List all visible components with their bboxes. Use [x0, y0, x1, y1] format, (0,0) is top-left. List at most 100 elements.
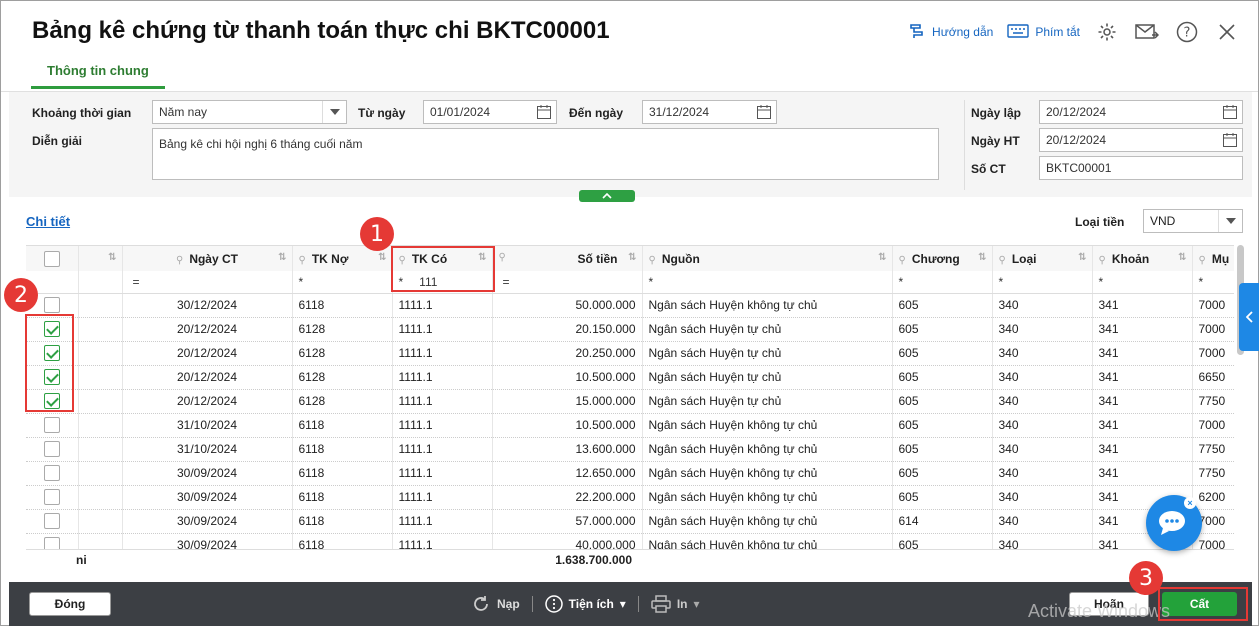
sort-icon[interactable]: ⇅	[628, 252, 636, 263]
description-input[interactable]: Bảng kê chi hội nghị 6 tháng cuối năm	[152, 128, 939, 180]
shortcuts-link[interactable]: Phím tắt	[1007, 23, 1080, 41]
filter-date[interactable]: =	[122, 271, 293, 294]
sort-icon[interactable]: ⇅	[978, 252, 986, 263]
sort-icon[interactable]: ⇅	[278, 252, 286, 263]
calendar-icon[interactable]	[1222, 132, 1238, 148]
header-sub[interactable]: ⚲ Mụ	[1192, 246, 1234, 271]
calendar-icon[interactable]	[536, 104, 552, 120]
filter-op[interactable]: *	[899, 275, 904, 289]
table-row[interactable]: 31/10/2024 6118 1111.1 10.500.000 Ngân sách …	[26, 413, 1234, 438]
pin-icon[interactable]: ⚲	[176, 255, 183, 266]
sort-icon[interactable]: ⇅	[1178, 252, 1186, 263]
gear-icon[interactable]	[1094, 19, 1120, 45]
filter-chapter[interactable]: *	[892, 271, 993, 294]
row-checkbox[interactable]	[43, 297, 60, 313]
sort-icon[interactable]: ⇅	[378, 252, 386, 263]
sort-icon[interactable]: ⇅	[878, 252, 886, 263]
row-checkbox[interactable]	[43, 489, 60, 505]
header-chapter[interactable]: ⚲ Chương ⇅	[892, 246, 993, 271]
pin-icon[interactable]: ⚲	[649, 255, 656, 266]
sort-icon[interactable]: ⇅	[1078, 252, 1086, 263]
table-row[interactable]: 30/12/2024 6118 1111.1 50.000.000 Ngân sách …	[26, 293, 1234, 318]
row-checkbox[interactable]	[43, 513, 60, 529]
header-source[interactable]: ⚲ Nguồn ⇅	[642, 246, 893, 271]
pin-icon[interactable]: ⚲	[499, 252, 506, 263]
row-checkbox[interactable]	[43, 417, 60, 433]
table-row[interactable]: 30/09/2024 6118 1111.1 40.000.000 Ngân sách …	[26, 533, 1234, 549]
select-all-cell[interactable]	[26, 246, 79, 271]
guide-link[interactable]: Hướng dẫn	[908, 22, 993, 43]
currency-select[interactable]: VND	[1143, 209, 1243, 233]
filter-sub[interactable]: *	[1192, 271, 1234, 294]
from-date-input[interactable]: 01/01/2024	[423, 100, 557, 124]
accounting-date-value: 20/12/2024	[1046, 133, 1107, 147]
header-type[interactable]: ⚲ Loại ⇅	[992, 246, 1093, 271]
table-row[interactable]: 31/10/2024 6118 1111.1 13.600.000 Ngân sách …	[26, 437, 1234, 462]
filter-item[interactable]: *	[1092, 271, 1193, 294]
pin-icon[interactable]: ⚲	[999, 255, 1006, 266]
close-icon[interactable]	[1214, 19, 1240, 45]
sort-icon[interactable]: ⇅	[108, 252, 116, 263]
select-cell[interactable]	[26, 509, 79, 534]
select-all-checkbox[interactable]	[43, 250, 60, 267]
filter-op[interactable]: *	[649, 275, 654, 289]
print-label: In	[676, 597, 688, 611]
created-date-input[interactable]: 20/12/2024	[1039, 100, 1243, 124]
filter-op[interactable]: *	[999, 275, 1004, 289]
table-row[interactable]: 20/12/2024 6128 1111.1 20.250.000 Ngân sách …	[26, 341, 1234, 366]
filter-source[interactable]: *	[642, 271, 893, 294]
filter-type[interactable]: *	[992, 271, 1093, 294]
select-cell[interactable]	[26, 461, 79, 486]
table-row[interactable]: 30/09/2024 6118 1111.1 22.200.000 Ngân sách …	[26, 485, 1234, 510]
select-cell[interactable]	[26, 437, 79, 462]
accounting-date-input[interactable]: 20/12/2024	[1039, 128, 1243, 152]
chevron-down-icon[interactable]	[322, 101, 346, 123]
filter-debit[interactable]: *	[292, 271, 393, 294]
filter-op[interactable]: *	[1099, 275, 1104, 289]
table-row[interactable]: 20/12/2024 6128 1111.1 20.150.000 Ngân sách …	[26, 317, 1234, 342]
tab-general-info[interactable]: Thông tin chung	[31, 57, 165, 89]
filter-op[interactable]: *	[299, 275, 304, 289]
pin-icon[interactable]: ⚲	[299, 255, 306, 266]
row-checkbox[interactable]	[43, 465, 60, 481]
period-value: Năm nay	[159, 105, 208, 119]
row-checkbox[interactable]	[43, 441, 60, 457]
select-cell[interactable]	[26, 413, 79, 438]
utilities-button[interactable]: Tiện ích ▾	[533, 595, 638, 613]
header-amount[interactable]: ⚲ Số tiền ⇅	[492, 246, 643, 271]
filter-op[interactable]: =	[503, 275, 510, 289]
table-row[interactable]: 30/09/2024 6118 1111.1 57.000.000 Ngân sách …	[26, 509, 1234, 534]
select-cell[interactable]	[26, 533, 79, 549]
pin-icon[interactable]: ⚲	[899, 255, 906, 266]
debit-cell: 6128	[292, 341, 393, 366]
mail-icon[interactable]	[1134, 19, 1160, 45]
filter-op[interactable]: *	[1199, 275, 1204, 289]
filter-amount[interactable]: =	[492, 271, 643, 294]
calendar-icon[interactable]	[756, 104, 772, 120]
detail-link[interactable]: Chi tiết	[26, 214, 70, 229]
header-item[interactable]: ⚲ Khoản ⇅	[1092, 246, 1193, 271]
collapse-panel-button[interactable]	[579, 190, 635, 202]
header-date[interactable]: ⚲ Ngày CT ⇅	[122, 246, 293, 271]
table-row[interactable]: 20/12/2024 6128 1111.1 10.500.000 Ngân sách …	[26, 365, 1234, 390]
pin-icon[interactable]: ⚲	[1199, 255, 1206, 266]
pin-icon[interactable]: ⚲	[1099, 255, 1106, 266]
select-cell[interactable]	[26, 485, 79, 510]
side-panel-toggle[interactable]	[1239, 283, 1259, 351]
print-button[interactable]: In ▾	[639, 595, 712, 613]
table-row[interactable]: 30/09/2024 6118 1111.1 12.650.000 Ngân sách …	[26, 461, 1234, 486]
period-select[interactable]: Năm nay	[152, 100, 347, 124]
filter-op[interactable]: =	[133, 275, 140, 289]
row-checkbox[interactable]	[43, 537, 60, 549]
table-row[interactable]: 20/12/2024 6128 1111.1 15.000.000 Ngân sách …	[26, 389, 1234, 414]
calendar-icon[interactable]	[1222, 104, 1238, 120]
reload-button[interactable]: Nạp	[459, 594, 532, 614]
to-date-input[interactable]: 31/12/2024	[642, 100, 777, 124]
doc-no-input[interactable]: BKTC00001	[1039, 156, 1243, 180]
chat-close-icon[interactable]: ×	[1184, 497, 1196, 509]
help-icon[interactable]: ?	[1174, 19, 1200, 45]
chevron-down-icon[interactable]	[1218, 210, 1242, 232]
close-button[interactable]: Đóng	[29, 592, 111, 616]
item-cell: 341	[1092, 413, 1193, 438]
chevron-up-icon	[602, 193, 612, 199]
